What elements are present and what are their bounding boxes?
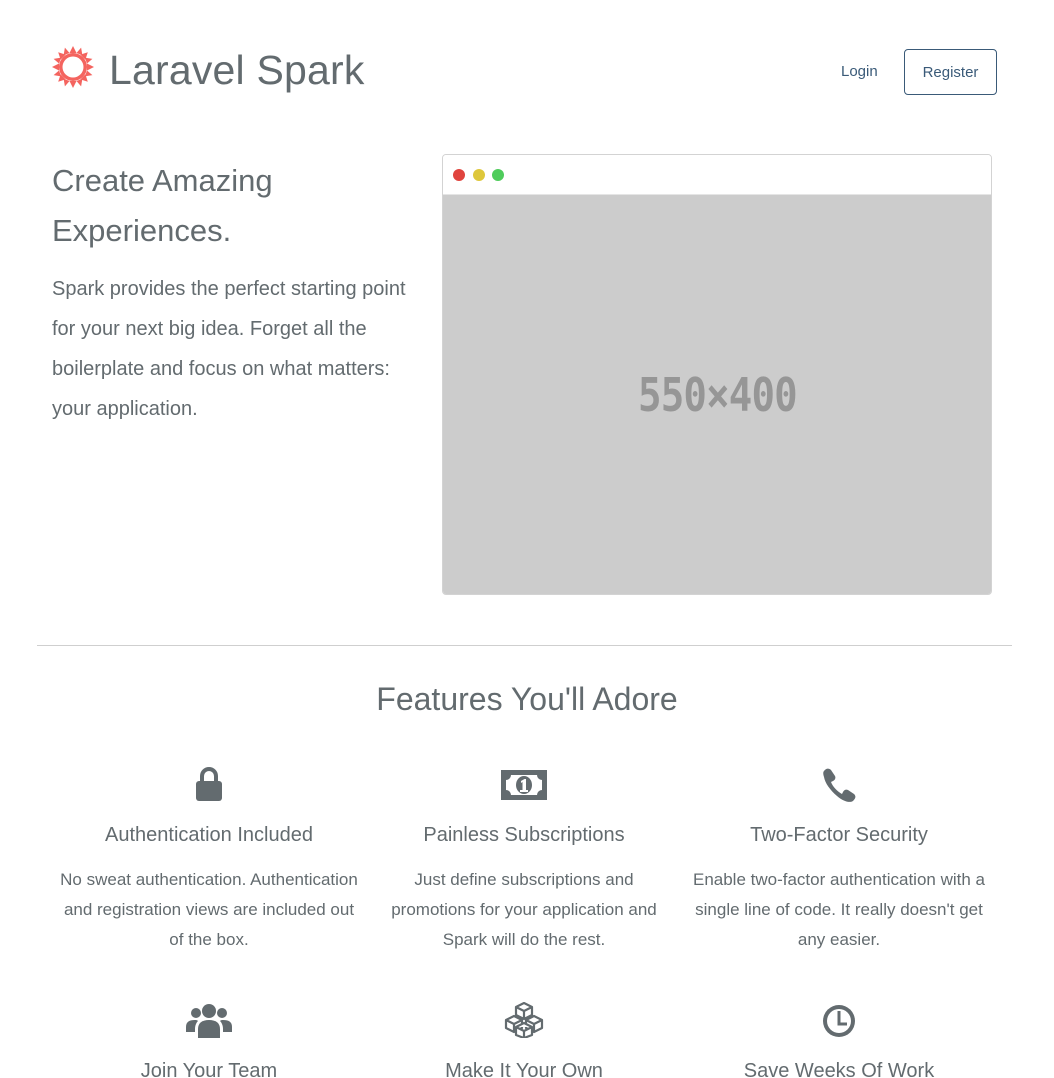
login-link[interactable]: Login: [841, 62, 878, 82]
browser-title-bar: [443, 155, 991, 195]
money-icon: [374, 766, 674, 806]
feature-subscriptions: Painless Subscriptions Just define subsc…: [374, 766, 674, 955]
window-maximize-dot: [492, 169, 504, 181]
feature-customize: Make It Your Own: [374, 1001, 674, 1078]
feature-name: Save Weeks Of Work: [743, 1060, 935, 1078]
window-close-dot: [453, 169, 465, 181]
phone-icon: [689, 766, 989, 806]
screenshot-placeholder: 550×400: [443, 195, 991, 594]
lock-icon: [59, 766, 359, 806]
browser-mockup: 550×400: [442, 154, 992, 595]
window-minimize-dot: [473, 169, 485, 181]
clock-icon: [689, 1002, 989, 1042]
brand-logo-link[interactable]: Laravel Spark: [52, 46, 365, 93]
feature-save-time: Save Weeks Of Work: [689, 1002, 989, 1078]
register-button[interactable]: Register: [904, 49, 997, 95]
feature-description: Enable two-factor authentication with a …: [692, 870, 985, 949]
spark-sun-icon: [52, 46, 94, 93]
feature-two-factor: Two-Factor Security Enable two-factor au…: [689, 766, 989, 955]
cubes-icon: [374, 1001, 674, 1042]
users-icon: [59, 1002, 359, 1042]
feature-name: Join Your Team: [140, 1060, 278, 1078]
feature-name: Two-Factor Security: [750, 824, 928, 846]
feature-name: Make It Your Own: [445, 1060, 603, 1078]
section-divider: [37, 645, 1012, 646]
feature-description: No sweat authentication. Authentication …: [60, 870, 358, 949]
feature-name: Painless Subscriptions: [423, 824, 625, 846]
feature-authentication: Authentication Included No sweat authent…: [59, 766, 359, 955]
feature-name: Authentication Included: [105, 824, 313, 846]
brand-name: Laravel Spark: [109, 46, 365, 93]
hero-text: Spark provides the perfect starting poin…: [52, 278, 406, 420]
feature-description: Just define subscriptions and promotions…: [391, 870, 657, 949]
hero-title: Create Amazing Experiences.: [52, 163, 273, 248]
placeholder-dimensions: 550×400: [637, 368, 798, 422]
features-title: Features You'll Adore: [376, 681, 678, 717]
feature-team: Join Your Team: [59, 1002, 359, 1078]
